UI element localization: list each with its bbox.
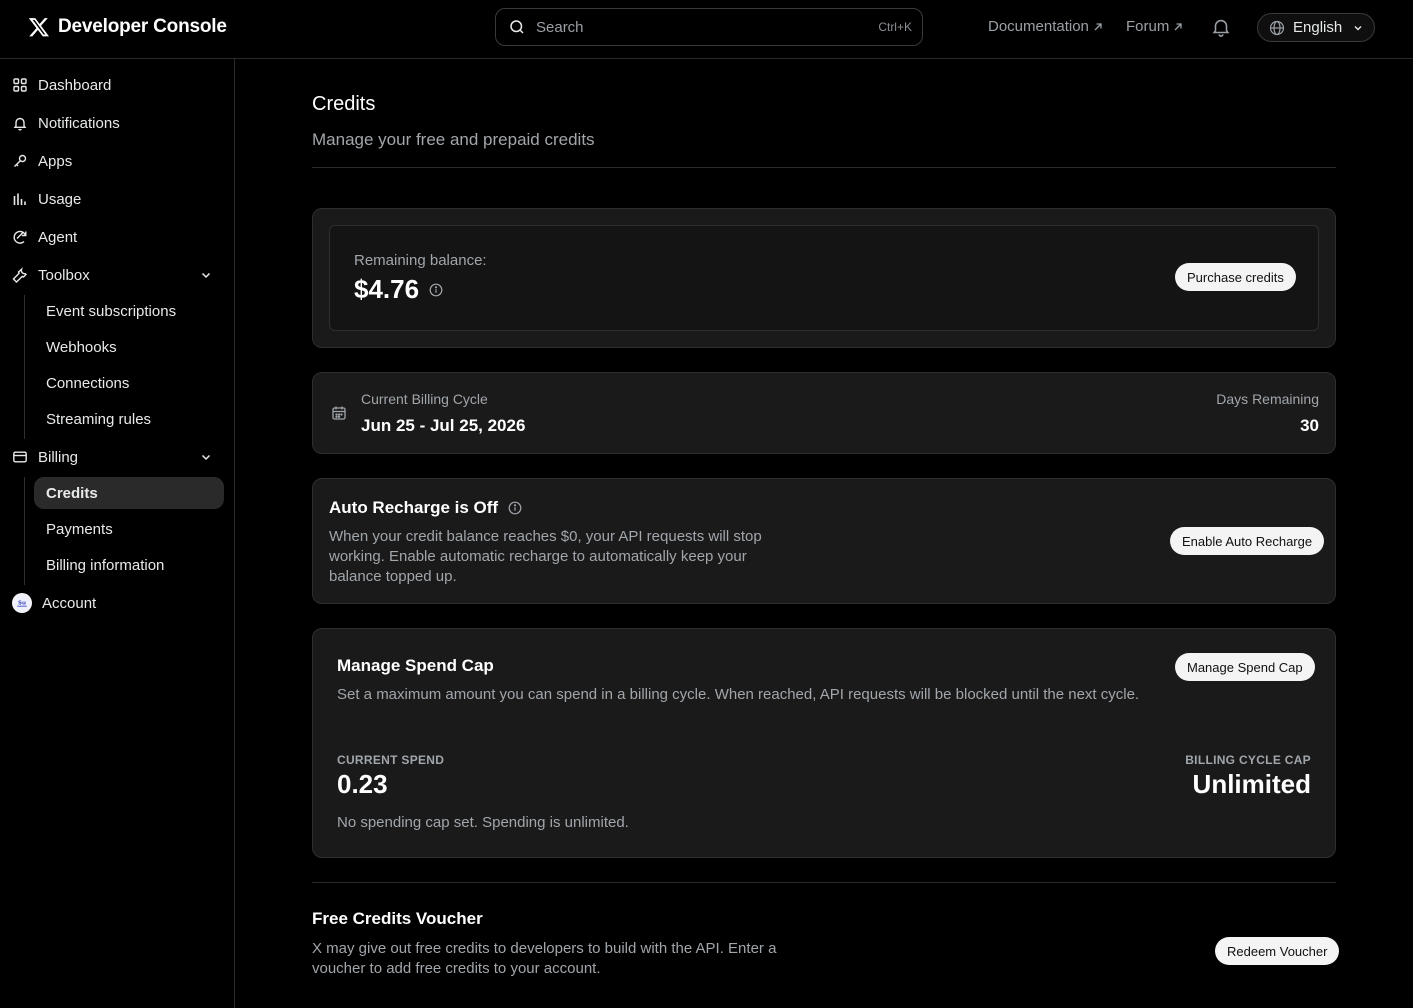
divider xyxy=(312,882,1336,883)
sidebar-subitem-webhooks[interactable]: Webhooks xyxy=(34,331,224,363)
sidebar-item-toolbox[interactable]: Toolbox xyxy=(12,259,224,291)
language-label: English xyxy=(1293,19,1343,36)
voucher-title: Free Credits Voucher xyxy=(312,909,483,928)
bar-chart-icon xyxy=(13,193,26,205)
purchase-credits-button[interactable]: Purchase credits xyxy=(1175,263,1296,291)
divider xyxy=(312,167,1336,168)
forum-label: Forum xyxy=(1126,18,1170,35)
auto-recharge-title: Auto Recharge is Off xyxy=(329,498,499,517)
external-link-icon xyxy=(1094,22,1102,30)
sidebar-item-notifications[interactable]: Notifications xyxy=(12,107,224,139)
sidebar-item-label: Usage xyxy=(38,190,82,208)
sidebar-subitem-streaming-rules[interactable]: Streaming rules xyxy=(34,403,224,435)
billing-cycle-label: Current Billing Cycle xyxy=(361,391,488,407)
grid-icon xyxy=(13,78,27,92)
key-icon xyxy=(14,154,27,167)
forum-link[interactable]: Forum xyxy=(1126,18,1183,35)
billing-cycle-cap-value: Unlimited xyxy=(1192,769,1311,799)
spend-cap-description: Set a maximum amount you can spend in a … xyxy=(337,686,1140,703)
sidebar: Dashboard Notifications Apps Usage Agent… xyxy=(0,59,235,1008)
manage-spend-cap-button[interactable]: Manage Spend Cap xyxy=(1175,653,1315,681)
svg-text:Su: Su xyxy=(18,601,26,607)
balance-inner-card: Remaining balance: $4.76 Purchase credit… xyxy=(329,225,1319,331)
voucher-description: X may give out free credits to developer… xyxy=(312,940,777,977)
credit-card-icon xyxy=(13,451,27,463)
language-selector[interactable]: English xyxy=(1257,13,1375,42)
toolbox-submenu-line xyxy=(24,295,25,439)
sidebar-item-dashboard[interactable]: Dashboard xyxy=(12,69,224,101)
balance-value: $4.76 xyxy=(354,274,420,304)
spend-cap-card: Manage Spend Cap Set a maximum amount yo… xyxy=(312,628,1336,858)
auto-recharge-title-row: Auto Recharge is Off xyxy=(329,498,522,518)
auto-recharge-card: Auto Recharge is Off When your credit ba… xyxy=(312,478,1336,604)
sidebar-item-label: Agent xyxy=(38,228,78,246)
sidebar-item-label: Dashboard xyxy=(38,76,112,94)
balance-label: Remaining balance: xyxy=(354,252,487,269)
calendar-icon xyxy=(332,406,346,420)
sidebar-subitem-connections[interactable]: Connections xyxy=(34,367,224,399)
current-spend-label: CURRENT SPEND xyxy=(337,753,445,767)
sidebar-item-label: Toolbox xyxy=(38,266,90,284)
balance-card: Remaining balance: $4.76 Purchase credit… xyxy=(312,208,1336,348)
page-title: Credits xyxy=(312,93,376,115)
sidebar-item-label: Notifications xyxy=(38,114,120,132)
sidebar-item-label: Account xyxy=(42,594,97,612)
search-icon xyxy=(510,20,524,34)
balance-value-row: $4.76 xyxy=(354,274,443,305)
external-link-icon xyxy=(1174,22,1182,30)
search-bar[interactable]: Ctrl+K xyxy=(495,8,923,46)
sidebar-item-account[interactable]: Su Account xyxy=(12,587,224,619)
page-subtitle: Manage your free and prepaid credits xyxy=(312,130,595,149)
chevron-down-icon xyxy=(1354,25,1362,30)
avatar-image-icon: Su xyxy=(14,595,30,611)
globe-icon xyxy=(1269,20,1285,35)
sidebar-item-label: Apps xyxy=(38,152,73,170)
documentation-label: Documentation xyxy=(988,18,1089,35)
chevron-down-icon xyxy=(201,272,211,279)
sidebar-item-apps[interactable]: Apps xyxy=(12,145,224,177)
spend-cap-note: No spending cap set. Spending is unlimit… xyxy=(337,814,629,831)
sidebar-item-billing[interactable]: Billing xyxy=(12,441,224,473)
sidebar-subitem-credits[interactable]: Credits xyxy=(34,477,224,509)
sidebar-subitem-billing-information[interactable]: Billing information xyxy=(34,549,224,581)
bell-icon xyxy=(13,117,27,131)
sidebar-item-usage[interactable]: Usage xyxy=(12,183,224,215)
sidebar-item-agent[interactable]: Agent xyxy=(12,221,224,253)
sidebar-item-label: Billing xyxy=(38,448,79,466)
spend-cap-title: Manage Spend Cap xyxy=(337,656,494,675)
billing-submenu-line xyxy=(24,477,25,585)
sidebar-subitem-payments[interactable]: Payments xyxy=(34,513,224,545)
billing-cycle-card: Current Billing Cycle Jun 25 - Jul 25, 2… xyxy=(312,372,1336,454)
brand[interactable]: Developer Console xyxy=(28,16,227,38)
billing-cycle-cap-label: BILLING CYCLE CAP xyxy=(1185,753,1311,767)
info-icon[interactable] xyxy=(508,501,522,515)
days-remaining-value: 30 xyxy=(1300,416,1319,435)
sidebar-subitem-event-subscriptions[interactable]: Event subscriptions xyxy=(34,295,224,327)
search-input[interactable] xyxy=(536,18,879,36)
billing-cycle-range: Jun 25 - Jul 25, 2026 xyxy=(361,416,526,435)
auto-recharge-description: When your credit balance reaches $0, you… xyxy=(329,528,762,585)
agent-icon xyxy=(13,230,27,244)
days-remaining-label: Days Remaining xyxy=(1216,391,1319,407)
enable-auto-recharge-button[interactable]: Enable Auto Recharge xyxy=(1170,527,1325,555)
info-icon[interactable] xyxy=(429,283,443,297)
notifications-bell-icon[interactable] xyxy=(1210,16,1232,38)
chevron-down-icon xyxy=(201,454,211,461)
top-bar: Developer Console Ctrl+K Documentation F… xyxy=(0,0,1413,59)
documentation-link[interactable]: Documentation xyxy=(988,18,1103,35)
x-logo-icon xyxy=(28,18,49,37)
avatar: Su xyxy=(12,593,32,613)
brand-title: Developer Console xyxy=(58,16,227,37)
redeem-voucher-button[interactable]: Redeem Voucher xyxy=(1215,937,1340,965)
search-shortcut: Ctrl+K xyxy=(878,20,912,34)
wrench-icon xyxy=(12,267,27,283)
current-spend-value: 0.23 xyxy=(337,769,388,799)
